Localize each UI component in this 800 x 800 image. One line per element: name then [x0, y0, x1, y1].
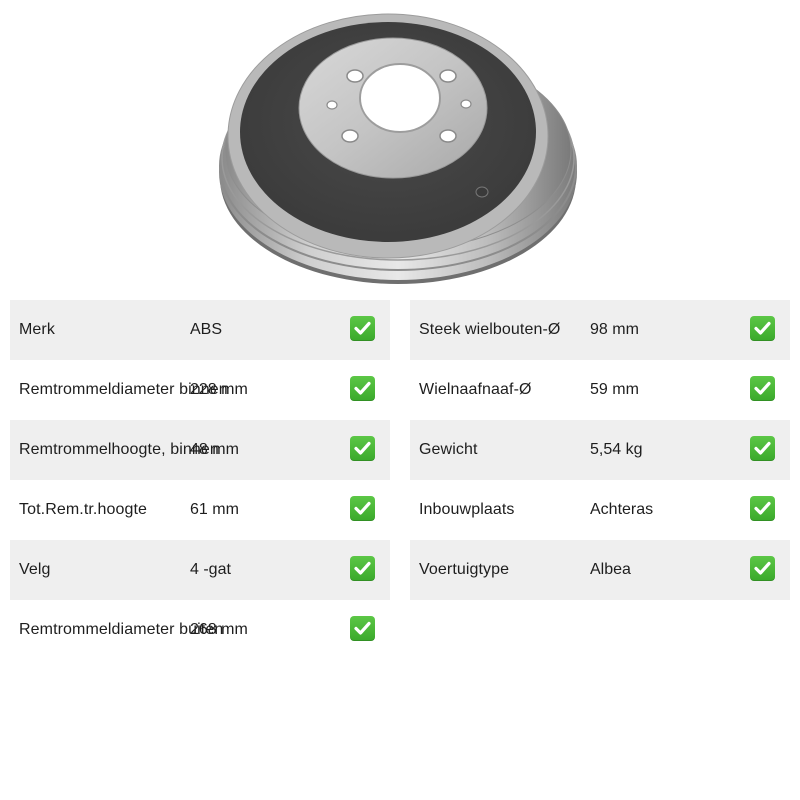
spec-row-2: Remtrommeldiameter binnen 228 mm: [10, 360, 390, 420]
spec-row-5: Voertuigtype Albea: [410, 540, 790, 600]
check-icon: [350, 556, 375, 581]
check-icon: [350, 496, 375, 521]
check-icon: [350, 436, 375, 461]
spec-label: Inbouwplaats: [419, 501, 515, 518]
spec-row-3: Remtrommelhoogte, binnen 48 mm: [10, 420, 390, 480]
spec-row-1: Merk ABS: [10, 300, 390, 360]
check-icon: [350, 316, 375, 341]
spec-value: 98 mm: [590, 321, 639, 338]
spec-label: Steek wielbouten-Ø: [419, 321, 561, 338]
check-icon: [750, 376, 775, 401]
spec-value: 228 mm: [190, 381, 248, 398]
spec-label: Velg: [19, 561, 51, 578]
spec-row-2: Wielnaafnaaf-Ø 59 mm: [410, 360, 790, 420]
spec-row-6: Remtrommeldiameter buiten 268 mm: [10, 600, 390, 660]
spec-value: 61 mm: [190, 501, 239, 518]
spec-row-3: Gewicht 5,54 kg: [410, 420, 790, 480]
spec-label: Merk: [19, 321, 55, 338]
spec-value: ABS: [190, 321, 223, 338]
check-icon: [350, 376, 375, 401]
spec-value: Albea: [590, 561, 631, 578]
spec-value: 268 mm: [190, 621, 248, 638]
check-icon: [750, 556, 775, 581]
spec-label: Remtrommelhoogte, binnen: [19, 441, 219, 458]
check-icon: [750, 496, 775, 521]
spec-value: Achteras: [590, 501, 654, 518]
spec-label: Tot.Rem.tr.hoogte: [19, 501, 147, 518]
spec-row-5: Velg 4 -gat: [10, 540, 390, 600]
spec-row-1: Steek wielbouten-Ø 98 mm: [410, 300, 790, 360]
spec-row-4: Inbouwplaats Achteras: [410, 480, 790, 540]
spec-value: 4 -gat: [190, 561, 231, 578]
spec-table-left: Merk ABS Remtrommeldiameter binnen 228 m…: [10, 300, 390, 660]
spec-label: Voertuigtype: [419, 561, 510, 578]
spec-value: 59 mm: [590, 381, 639, 398]
spec-label: Wielnaafnaaf-Ø: [419, 381, 532, 398]
check-icon: [350, 616, 375, 641]
spec-value: 48 mm: [190, 441, 239, 458]
spec-table-right: Steek wielbouten-Ø 98 mm Wielnaafnaaf-Ø …: [410, 300, 790, 600]
check-icon: [750, 436, 775, 461]
brake-drum-image: [219, 13, 577, 284]
product-spec-page: Merk ABS Remtrommeldiameter binnen 228 m…: [0, 0, 800, 800]
spec-value: 5,54 kg: [590, 441, 643, 458]
check-icon: [750, 316, 775, 341]
spec-row-4: Tot.Rem.tr.hoogte 61 mm: [10, 480, 390, 540]
spec-label: Gewicht: [419, 441, 478, 458]
